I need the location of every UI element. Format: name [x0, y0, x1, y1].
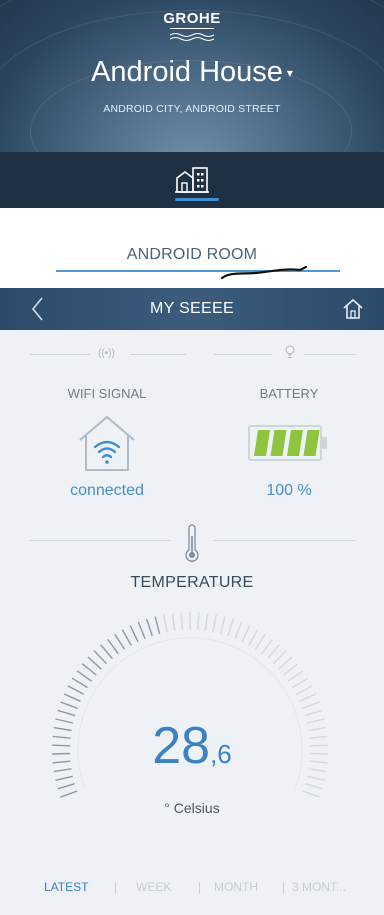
brand-underline [170, 28, 214, 29]
gauge-tick [254, 633, 266, 650]
battery-label: BATTERY [259, 386, 319, 401]
thermometer-icon [185, 524, 199, 562]
gauge-tick [114, 633, 126, 650]
handwritten-scribble [220, 265, 308, 280]
gauge-tick [171, 613, 176, 632]
gauge-tick [87, 656, 102, 670]
gauge-tick [76, 670, 93, 682]
gauge-tick [60, 790, 78, 798]
gauge-tick [180, 612, 183, 631]
gauge-tick [302, 790, 320, 798]
battery-value: 100 % [266, 482, 312, 499]
gauge-tick [71, 677, 88, 689]
brand-waves-icon [170, 33, 214, 41]
temperature-decimal: ,6 [210, 739, 232, 769]
wifi-status: connected [70, 482, 144, 499]
range-tabs: LATEST | WEEK | MONTH | 3 MONT... [0, 880, 384, 900]
gauge-tick [81, 663, 97, 676]
battery-icon [248, 425, 327, 461]
gauge-tick [145, 618, 153, 637]
brand-logo: GROHE [163, 10, 221, 27]
divider [30, 540, 170, 541]
tab-separator: | [282, 880, 286, 894]
gauge-tick [261, 638, 273, 655]
gauge-tick [304, 709, 323, 717]
gauge-tick [295, 685, 313, 695]
gauge-tick [107, 638, 119, 655]
gauge-tick [57, 783, 75, 790]
gauge-tick [248, 629, 259, 646]
device-header: MY SEEEE [0, 288, 384, 330]
gauge-tick [55, 775, 74, 781]
building-icon[interactable] [175, 164, 211, 194]
divider [30, 354, 90, 355]
room-name[interactable]: ANDROID ROOM [0, 246, 384, 264]
gauge-tick [100, 644, 113, 659]
wifi-label: WIFI SIGNAL [67, 386, 147, 401]
gauge-tick [121, 629, 132, 646]
gauge-tick [299, 693, 317, 702]
battery-segment [287, 430, 303, 456]
gauge-tick [204, 613, 209, 632]
temperature-label: TEMPERATURE [130, 574, 254, 591]
gauge-tick [267, 644, 280, 659]
gauge-tick [154, 616, 161, 635]
gauge-tick [306, 775, 325, 781]
battery-segment [303, 430, 320, 456]
battery-segment [254, 430, 270, 456]
battery-fill [254, 430, 320, 456]
tab-separator: | [114, 880, 118, 894]
gauge-tick [197, 612, 200, 631]
gauge-tick [287, 670, 304, 682]
gauge-tick [163, 614, 168, 633]
tab-week[interactable]: WEEK [136, 880, 171, 894]
gauge-tick [305, 783, 323, 790]
gauge-tick [302, 701, 320, 709]
wifi-small-icon: ((•)) [98, 348, 115, 359]
battery-segment [270, 430, 287, 456]
gauge-tick [292, 677, 309, 689]
gauge-tick [137, 621, 146, 639]
gauge-tick [93, 650, 108, 665]
device-title: MY SEEEE [150, 300, 234, 317]
temperature-value: 28,6 [0, 716, 384, 776]
house-header: GROHE Android House ▾ ANDROID CITY, ANDRO… [0, 0, 384, 152]
room-selector[interactable]: ANDROID ROOM [0, 208, 384, 284]
gauge-tick [60, 701, 78, 709]
wifi-house-icon [79, 415, 135, 471]
divider [214, 540, 356, 541]
tab-latest[interactable]: LATEST [44, 880, 88, 894]
house-selector[interactable]: Android House ▾ [0, 56, 384, 89]
gauge-tick [278, 656, 293, 670]
divider [214, 354, 272, 355]
tab-separator: | [198, 880, 202, 894]
active-tab-indicator [175, 198, 219, 201]
tab-3-month[interactable]: 3 MONT... [292, 880, 346, 894]
house-address: ANDROID CITY, ANDROID STREET [103, 103, 281, 115]
temperature-integer: 28 [152, 717, 211, 775]
gauge-tick [272, 650, 287, 665]
gauge-tick [234, 621, 243, 639]
gauge-tick [67, 685, 85, 695]
temperature-unit: ° Celsius [164, 800, 220, 816]
gauge-tick [63, 693, 81, 702]
gauge-tick [57, 709, 76, 717]
divider [130, 354, 186, 355]
room-tab-strip [0, 152, 384, 208]
gauge-tick [227, 618, 235, 637]
gauge-tick [129, 625, 139, 643]
tab-month[interactable]: MONTH [214, 880, 258, 894]
gauge-tick [283, 663, 299, 676]
home-icon[interactable] [342, 298, 364, 320]
gauge-tick [212, 614, 217, 633]
gauge-tick [219, 616, 226, 635]
house-name: Android House [91, 56, 283, 88]
lightbulb-small-icon [285, 345, 295, 358]
divider [304, 354, 356, 355]
gauge-tick [241, 625, 251, 643]
caret-down-icon: ▾ [286, 66, 293, 81]
